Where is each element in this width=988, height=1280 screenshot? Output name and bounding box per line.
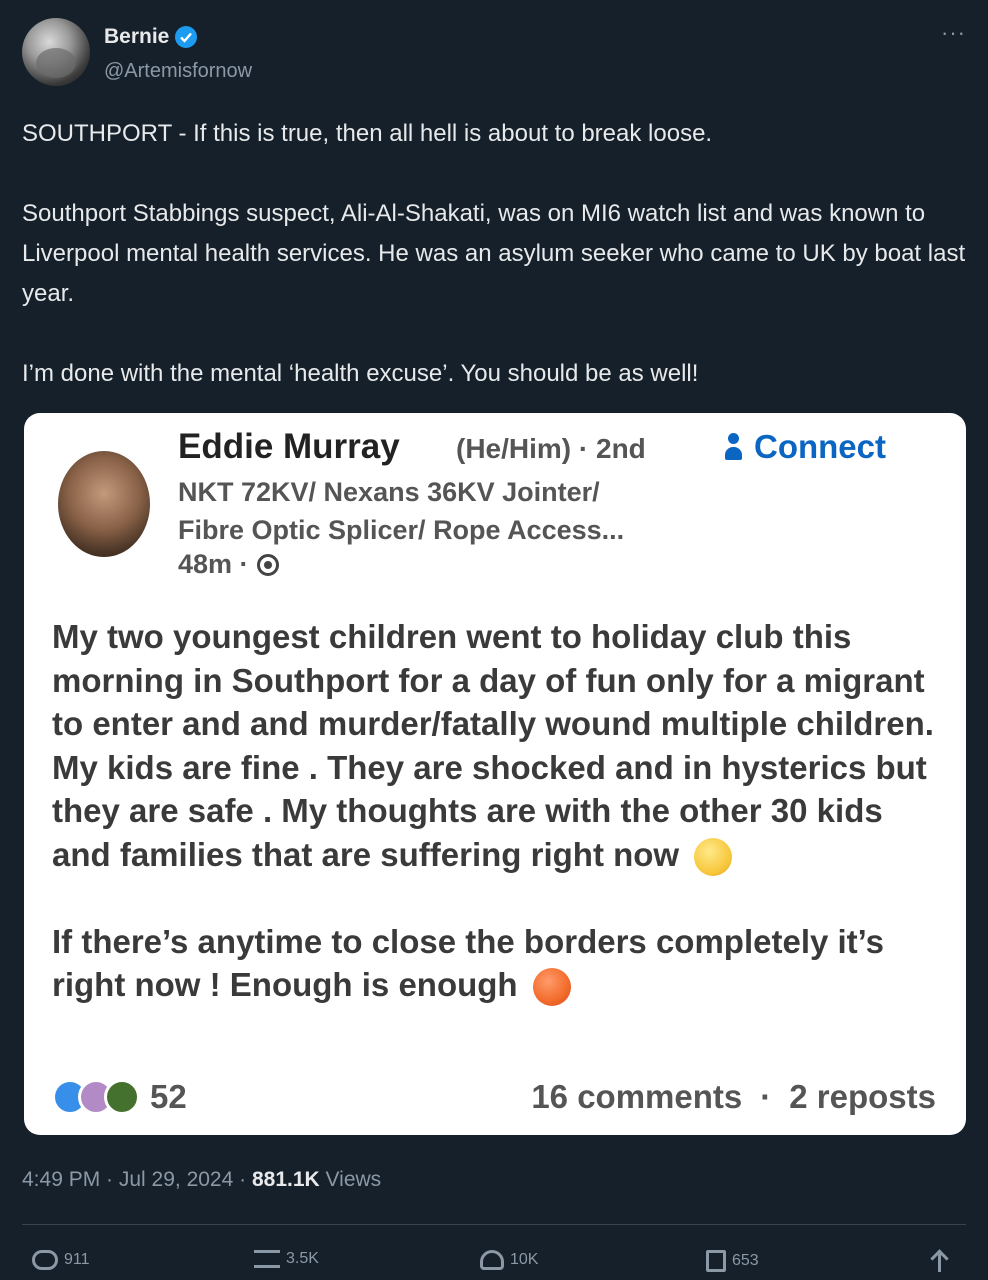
tweet-paragraph: SOUTHPORT - If this is true, then all he… [22,120,713,147]
tweet-timestamp[interactable]: 4:49 PM · Jul 29, 2024 · 881.1K Views [22,1168,381,1192]
embedded-linkedin-post[interactable]: Eddie Murray (He/Him) · 2nd Connect NKT … [24,413,966,1135]
repost-count: 3.5K [286,1250,319,1267]
comments-count: 16 comments [531,1078,743,1115]
share-icon [930,1250,950,1272]
share-button[interactable] [930,1250,950,1272]
reply-button[interactable]: 911 [32,1250,90,1270]
angry-face-icon [532,968,571,1007]
repost-icon [254,1250,280,1268]
poster-pronouns-degree: (He/Him) · 2nd [456,433,646,464]
author-handle[interactable]: @Artemisfornow [104,60,252,83]
reposts-count: 2 reposts [789,1078,936,1115]
stats-separator: · [760,1078,772,1115]
person-add-icon [724,431,744,463]
more-options-icon[interactable]: ··· [941,20,966,46]
poster-avatar [58,451,150,557]
headline-line: NKT 72KV/ Nexans 36KV Jointer/ [178,477,600,507]
heart-icon [480,1250,504,1270]
poster-headline: NKT 72KV/ Nexans 36KV Jointer/ Fibre Opt… [178,473,738,549]
action-bar: 911 3.5K 10K 653 [22,1250,966,1280]
repost-button[interactable]: 3.5K [254,1250,319,1268]
post-body: My two youngest children went to holiday… [52,615,942,1007]
author-name-row[interactable]: Bernie [104,25,198,49]
like-button[interactable]: 10K [480,1250,538,1270]
like-count: 10K [510,1251,539,1268]
tweet-text: SOUTHPORT - If this is true, then all he… [22,114,972,394]
bookmark-count: 653 [732,1252,759,1269]
connect-button: Connect [724,428,886,466]
views-count: 881.1K [251,1168,320,1191]
views-label: Views [319,1168,382,1191]
reply-icon [32,1250,58,1270]
headline-line: Fibre Optic Splicer/ Rope Access... [178,515,625,545]
crying-face-icon [694,838,733,877]
post-stats: 16 comments · 2 reposts [531,1078,936,1116]
tweet-paragraph: Southport Stabbings suspect, Ali-Al-Shak… [22,200,966,307]
reactions-summary: 52 [52,1078,187,1116]
celebrate-reaction-icon [104,1079,140,1115]
connect-label: Connect [754,428,886,465]
post-time: 48m · [178,549,279,580]
bookmark-icon [706,1250,726,1272]
poster-name: Eddie Murray [178,427,400,466]
post-paragraph: If there’s anytime to close the borders … [52,922,884,1004]
display-name[interactable]: Bernie [104,25,169,49]
reply-count: 911 [64,1251,90,1268]
bookmark-button[interactable]: 653 [706,1250,759,1272]
post-paragraph: My two youngest children went to holiday… [52,618,934,873]
post-time-text: 48m · [178,549,249,579]
globe-icon [256,553,279,576]
tweet-paragraph: I’m done with the mental ‘health excuse’… [22,360,699,387]
timestamp-text[interactable]: 4:49 PM · Jul 29, 2024 · [22,1168,252,1191]
verified-badge-icon [175,26,198,48]
divider [22,1224,966,1225]
reaction-count: 52 [150,1078,187,1115]
author-avatar[interactable] [22,18,90,86]
